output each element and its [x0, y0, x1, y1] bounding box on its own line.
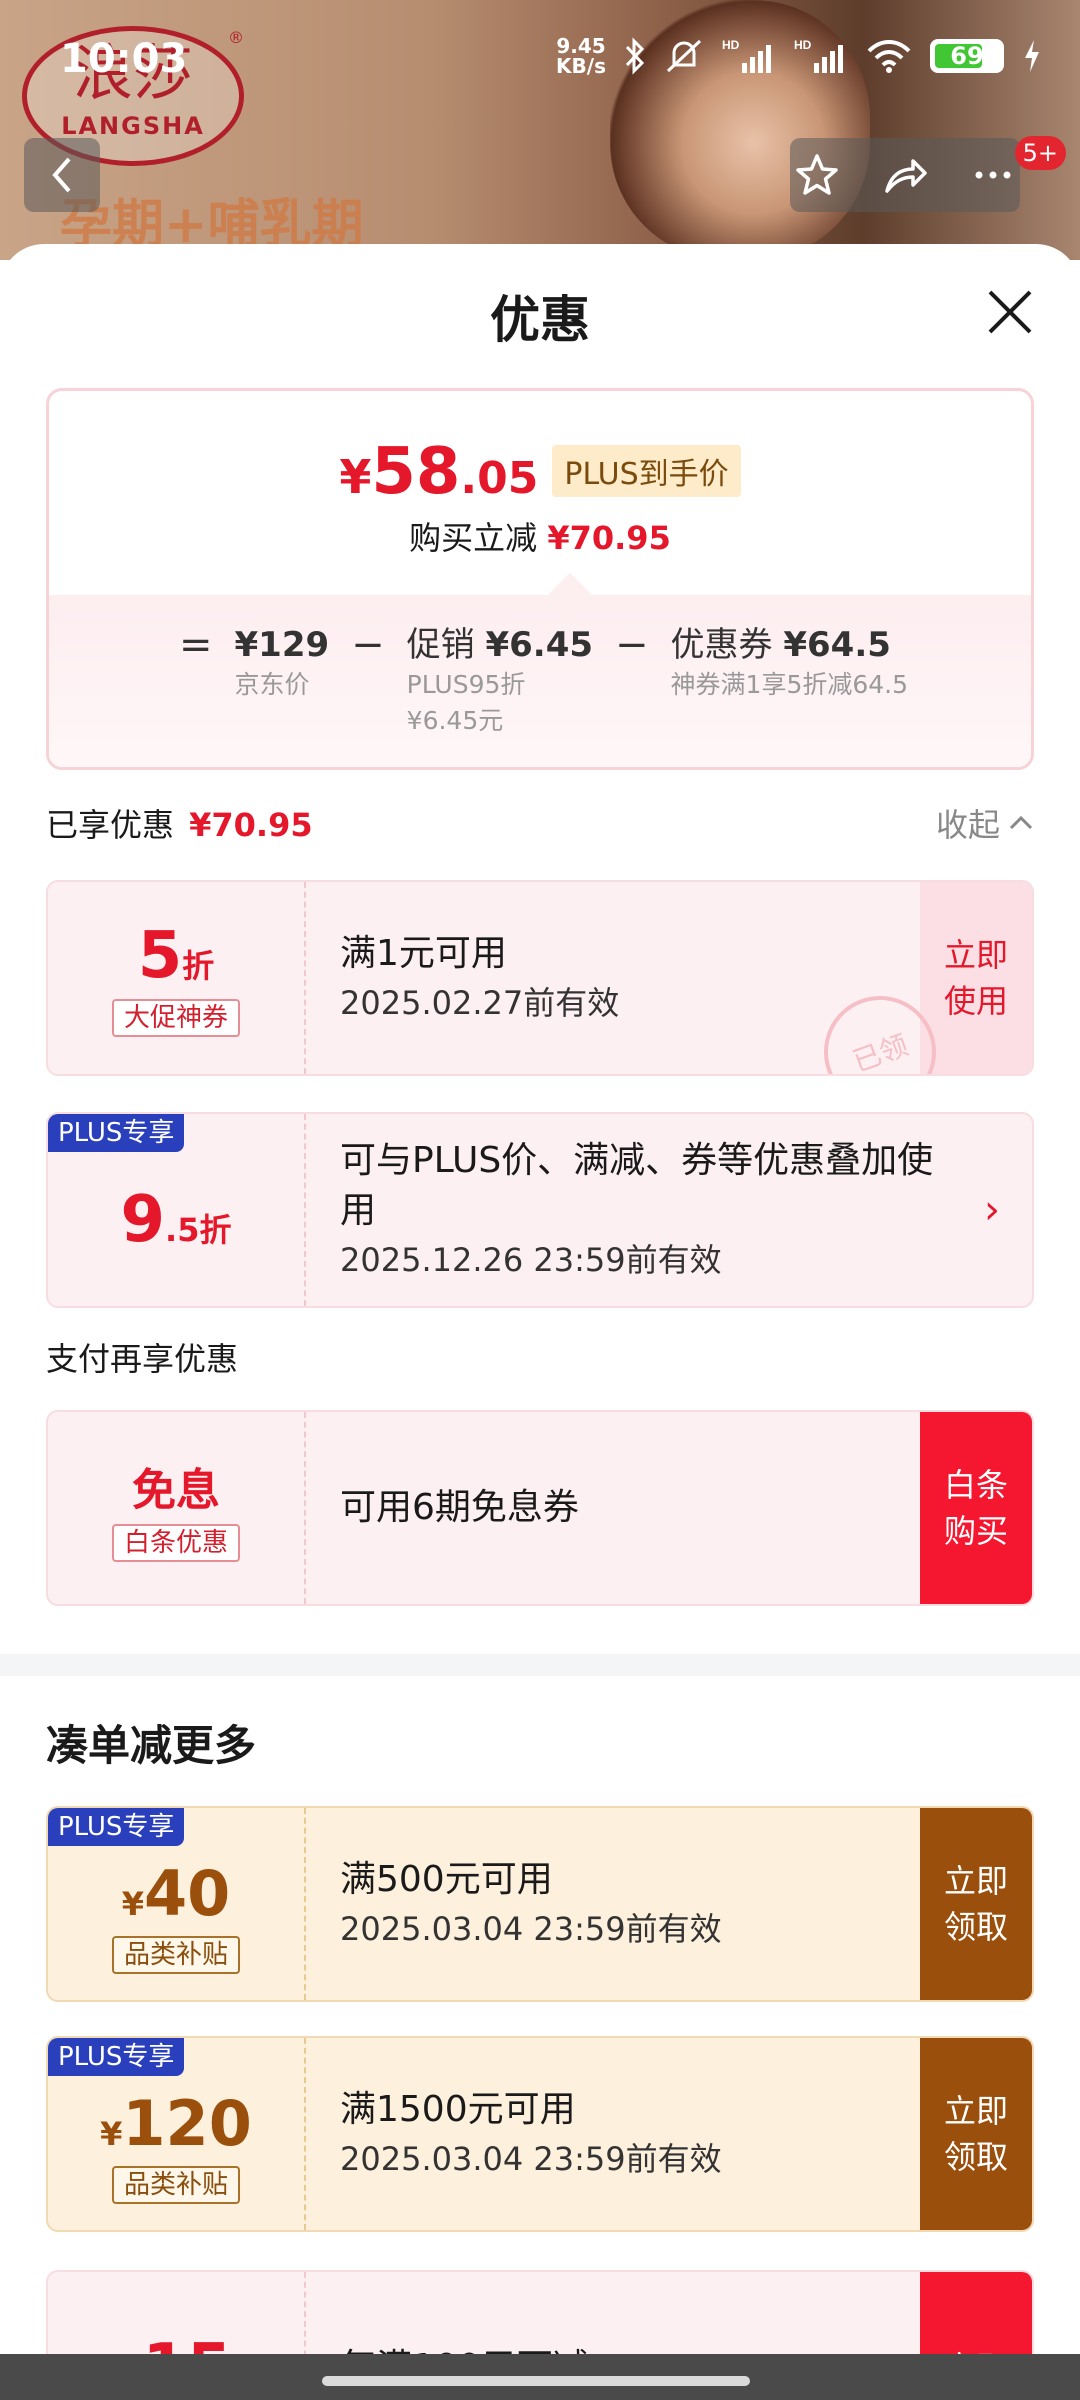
- claim-now-button[interactable]: 立即 领取: [920, 1808, 1032, 2000]
- close-icon[interactable]: [984, 286, 1036, 338]
- battery-level: 69: [950, 42, 984, 70]
- final-price-row: ¥58.05 PLUS到手价: [49, 435, 1031, 509]
- chevron-right-icon[interactable]: ›: [952, 1114, 1032, 1306]
- battery-indicator: 69: [930, 39, 1004, 73]
- coupon-expiry: 2025.03.04 23:59前有效: [340, 1910, 722, 1948]
- coupon-detail: 神券满1享5折减64.5: [670, 670, 909, 699]
- collapse-label: 收起: [935, 806, 1000, 844]
- chevron-left-icon: [52, 157, 71, 193]
- status-icons: 9.45 KB/s HD HD 69: [556, 36, 1042, 76]
- reduction-label: 购买立减: [409, 519, 538, 557]
- promo-block: 促销 ¥6.45 PLUS95折 ¥6.45元: [407, 623, 593, 739]
- wifi-icon: [867, 40, 911, 73]
- coupon-expiry: 2025.12.26 23:59前有效: [340, 1241, 722, 1279]
- price-formula: = ¥129 京东价 − 促销 ¥6.45 PLUS95折 ¥6.45元 − 优…: [179, 623, 908, 739]
- payment-coupon-card: 免息 白条优惠 可用6期免息券 白条 购买: [46, 1410, 1034, 1606]
- discount-sheet: 优惠 ¥58.05 PLUS到手价 购买立减 ¥70.95 = ¥129 京东价…: [0, 244, 1080, 2400]
- coupon-card-plus-95[interactable]: PLUS专享 9.5折 可与PLUS价、满减、券等优惠叠加使用 2025.12.…: [46, 1112, 1034, 1308]
- back-button[interactable]: [24, 138, 100, 212]
- navigation-bar: [0, 2354, 1080, 2400]
- jd-price-block: ¥129 京东价: [235, 623, 330, 739]
- reduction-amount: ¥70.95: [547, 519, 671, 557]
- subsidy-tag: 品类补贴: [111, 1935, 240, 1974]
- equals-sign: =: [179, 622, 213, 668]
- svg-text:HD: HD: [722, 38, 740, 52]
- promo-detail-amount: ¥6.45元: [406, 706, 504, 735]
- status-time: 10:03: [60, 36, 188, 82]
- final-price: ¥58.05: [339, 435, 539, 509]
- payment-section-label: 支付再享优惠: [46, 1340, 239, 1378]
- status-bar: 10:03 9.45 KB/s HD HD 69: [0, 0, 1080, 120]
- coupon-card-5-off: 5折 大促神券 满1元可用 2025.02.27前有效 已领 立即 使用: [46, 880, 1034, 1076]
- total-reduction: 购买立减 ¥70.95: [49, 513, 1031, 559]
- bluetooth-icon: [625, 37, 645, 75]
- network-speed: 9.45 KB/s: [556, 36, 606, 76]
- coupon-condition: 满1500元可用: [340, 2089, 576, 2130]
- interest-free-title: 免息: [132, 1465, 220, 1516]
- cart-badge: 5+: [1014, 136, 1066, 170]
- collapse-button[interactable]: 收起: [936, 800, 1034, 846]
- jd-price: ¥129: [234, 625, 330, 665]
- share-icon[interactable]: [881, 151, 929, 199]
- subsidy-coupon-120: PLUS专享 ¥120 品类补贴 满1500元可用 2025.03.04 23:…: [46, 2036, 1034, 2232]
- sheet-title: 优惠: [490, 291, 590, 349]
- enjoyed-label: 已享优惠: [46, 806, 175, 844]
- discount-value: 9.5折: [120, 1183, 232, 1257]
- section-divider: [0, 1654, 1080, 1676]
- coupon-type-tag: 大促神券: [111, 999, 240, 1037]
- plus-exclusive-label: PLUS专享: [48, 2038, 185, 2076]
- use-now-button[interactable]: 立即 使用: [920, 882, 1032, 1074]
- coupon-label: 优惠券: [670, 625, 773, 665]
- charging-icon: [1025, 40, 1039, 72]
- mute-bell-icon: [666, 39, 702, 73]
- more-icon[interactable]: [969, 151, 1017, 199]
- network-speed-value: 9.45: [556, 34, 606, 58]
- more-discount-title: 凑单减更多: [46, 1721, 257, 1770]
- plus-exclusive-label: PLUS专享: [48, 1114, 185, 1152]
- baitiao-buy-button[interactable]: 白条 购买: [920, 1412, 1032, 1604]
- enjoyed-amount: ¥70.95: [189, 806, 313, 844]
- minus-sign: −: [351, 622, 385, 668]
- minus-sign-2: −: [615, 622, 649, 668]
- baitiao-tag: 白条优惠: [111, 1524, 240, 1562]
- coupon-amount: ¥40: [121, 1856, 231, 1930]
- coupon-block: 优惠券 ¥64.5 神券满1享5折减64.5: [671, 623, 908, 739]
- coupon-condition: 可与PLUS价、满减、券等优惠叠加使用: [340, 1140, 934, 1231]
- coupon-condition: 满1元可用: [340, 933, 507, 974]
- subsidy-coupon-40: PLUS专享 ¥40 品类补贴 满500元可用 2025.03.04 23:59…: [46, 1806, 1034, 2002]
- signal-hd-icon: HD: [722, 38, 771, 73]
- enjoyed-discount-row: 已享优惠 ¥70.95 收起: [46, 800, 1034, 850]
- promo-amount: ¥6.45: [485, 625, 594, 665]
- top-actions: [790, 138, 1020, 212]
- svg-text:HD: HD: [794, 38, 812, 52]
- plus-exclusive-label: PLUS专享: [48, 1808, 185, 1846]
- coupon-expiry: 2025.03.04 23:59前有效: [340, 2140, 722, 2178]
- home-indicator[interactable]: [322, 2376, 750, 2386]
- interest-free-condition: 可用6期免息券: [340, 1487, 579, 1528]
- coupon-amount: ¥64.5: [783, 625, 891, 665]
- promo-label: 促销: [406, 625, 475, 665]
- price-summary-card: ¥58.05 PLUS到手价 购买立减 ¥70.95 = ¥129 京东价 − …: [46, 388, 1034, 770]
- network-speed-unit: KB/s: [556, 54, 606, 78]
- jd-price-label: 京东价: [234, 670, 310, 699]
- star-icon[interactable]: [793, 151, 841, 199]
- coupon-condition: 满500元可用: [340, 1859, 553, 1900]
- promo-detail: PLUS95折: [406, 670, 526, 699]
- plus-price-tag: PLUS到手价: [552, 445, 741, 497]
- discount-value: 5折: [137, 919, 215, 993]
- chevron-up-icon: [1009, 815, 1033, 830]
- subsidy-tag: 品类补贴: [111, 2165, 240, 2204]
- coupon-amount: ¥120: [100, 2086, 252, 2160]
- claim-now-button[interactable]: 立即 领取: [920, 2038, 1032, 2230]
- signal-hd-2-icon: HD: [794, 38, 843, 73]
